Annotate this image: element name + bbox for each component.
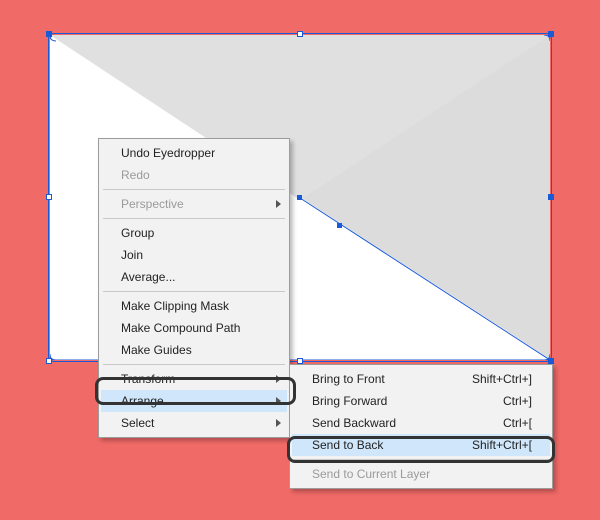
menu-label: Perspective [121,197,184,211]
context-menu: Undo Eyedropper Redo Perspective Group J… [98,138,290,438]
menu-label: Bring to Front [312,372,385,386]
menu-undo[interactable]: Undo Eyedropper [101,142,287,164]
anchor-point[interactable] [548,358,553,363]
menu-redo: Redo [101,164,287,186]
selection-handle[interactable] [46,194,52,200]
submenu-send-to-current-layer: Send to Current Layer [292,463,550,485]
anchor-point[interactable] [548,194,553,199]
menu-make-compound-path[interactable]: Make Compound Path [101,317,287,339]
anchor-point[interactable] [337,223,342,228]
anchor-point[interactable] [297,195,302,200]
submenu-send-to-back[interactable]: Send to Back Shift+Ctrl+[ [292,434,550,456]
menu-label: Transform [121,372,175,386]
chevron-right-icon [276,397,281,405]
menu-label: Arrange [121,394,164,408]
menu-average[interactable]: Average... [101,266,287,288]
menu-transform[interactable]: Transform [101,368,287,390]
submenu-bring-to-front[interactable]: Bring to Front Shift+Ctrl+] [292,368,550,390]
menu-make-clipping-mask[interactable]: Make Clipping Mask [101,295,287,317]
menu-label: Send Backward [312,416,396,430]
menu-separator [103,189,285,190]
menu-join[interactable]: Join [101,244,287,266]
menu-arrange[interactable]: Arrange [101,390,287,412]
selection-handle[interactable] [46,358,52,364]
shortcut-label: Shift+Ctrl+] [472,372,532,386]
menu-label: Bring Forward [312,394,387,408]
menu-label: Select [121,416,154,430]
menu-perspective: Perspective [101,193,287,215]
menu-separator [294,459,548,460]
menu-separator [103,291,285,292]
shortcut-label: Ctrl+] [503,394,532,408]
menu-separator [103,364,285,365]
selection-handle[interactable] [297,31,303,37]
submenu-bring-forward[interactable]: Bring Forward Ctrl+] [292,390,550,412]
submenu-send-backward[interactable]: Send Backward Ctrl+[ [292,412,550,434]
menu-group[interactable]: Group [101,222,287,244]
submenu-arrange: Bring to Front Shift+Ctrl+] Bring Forward… [289,364,553,489]
menu-separator [103,218,285,219]
chevron-right-icon [276,200,281,208]
menu-make-guides[interactable]: Make Guides [101,339,287,361]
chevron-right-icon [276,419,281,427]
menu-label: Send to Back [312,438,383,452]
shortcut-label: Shift+Ctrl+[ [472,438,532,452]
shortcut-label: Ctrl+[ [503,416,532,430]
anchor-point[interactable] [47,32,52,37]
menu-select[interactable]: Select [101,412,287,434]
anchor-point[interactable] [548,32,553,37]
chevron-right-icon [276,375,281,383]
